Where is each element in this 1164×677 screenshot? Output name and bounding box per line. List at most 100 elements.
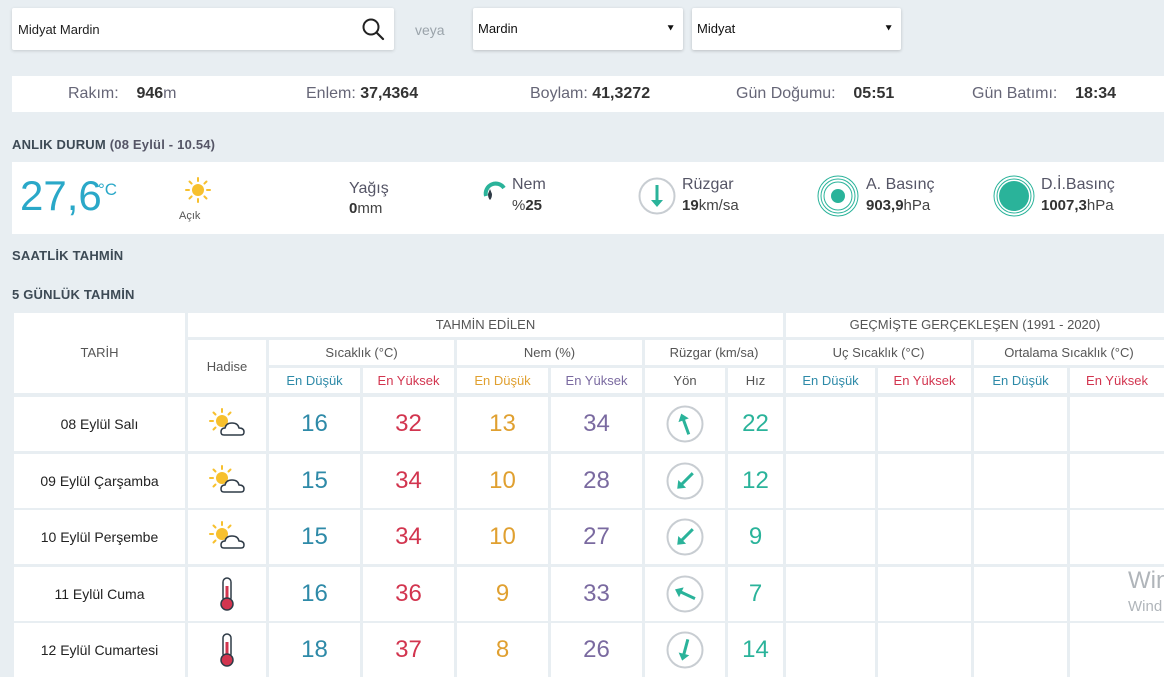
nem-prefix: %: [512, 197, 526, 214]
uc-min-cell: [786, 623, 875, 677]
sicaklik-max-cell: 36: [363, 567, 454, 621]
ruzgar-unit: km/sa: [698, 197, 739, 214]
rakim-label: Rakım:: [68, 85, 119, 102]
hiz-cell: 7: [728, 567, 783, 621]
uc-min-cell: [786, 454, 875, 508]
rakim-value: 946: [136, 85, 164, 102]
saatlik-tahmin-title[interactable]: SAATLİK TAHMİN: [12, 248, 123, 263]
uc-min-cell: [786, 510, 875, 564]
current-temperature: 27,6: [20, 172, 102, 219]
a-basinc-value: 903,9hPa: [866, 197, 930, 214]
date-cell: 12 Eylül Cumartesi: [14, 623, 185, 677]
nem-en-dusuk-header: En Düşük: [457, 368, 548, 393]
anlik-time: (08 Eylül - 10.54): [109, 137, 216, 152]
ruzgar-label: Rüzgar: [682, 176, 734, 193]
hiz-cell: 14: [728, 623, 783, 677]
gun-dogumu-label: Gün Doğumu:: [736, 85, 836, 102]
di-basinc-number: 1007,3: [1041, 197, 1087, 214]
nem-max-cell: 34: [551, 397, 642, 451]
uc-min-cell: [786, 397, 875, 451]
sicaklik-max-cell: 34: [363, 510, 454, 564]
il-select-value: Mardin: [478, 21, 518, 36]
sicaklik-min-cell: 15: [269, 510, 360, 564]
sicaklik-max-cell: 34: [363, 454, 454, 508]
gecmis-header: GEÇMİŞTE GERÇEKLEŞEN (1991 - 2020): [786, 313, 1164, 337]
di-basinc-unit: hPa: [1086, 197, 1114, 214]
yon-cell: [645, 454, 725, 508]
nem-label: Nem: [512, 176, 546, 193]
hadise-cell: [188, 510, 266, 564]
pressure-icon: [817, 175, 859, 217]
sun-icon: [185, 177, 211, 203]
uc-max-cell: [878, 510, 971, 564]
date-cell: 08 Eylül Salı: [14, 397, 185, 451]
gun-batimi: Gün Batımı: 18:34: [972, 85, 1116, 103]
wind-direction-icon: [665, 404, 705, 444]
nem-min-cell: 10: [457, 510, 548, 564]
yon-cell: [645, 510, 725, 564]
tahmin-header: TAHMİN EDİLEN: [188, 313, 783, 337]
a-basinc-label: A. Basınç: [866, 176, 935, 193]
gun-dogumu: Gün Doğumu: 05:51: [736, 85, 894, 103]
thermometer-icon: [216, 576, 238, 612]
search-icon[interactable]: [360, 16, 386, 42]
a-basinc-unit: hPa: [903, 197, 931, 214]
di-basinc-label: D.İ.Basınç: [1041, 176, 1115, 193]
uc-max-cell: [878, 623, 971, 677]
ortalama-min-cell: [974, 454, 1067, 508]
condition-label: Açık: [179, 210, 201, 222]
uc-max-cell: [878, 454, 971, 508]
sicaklik-min-cell: 16: [269, 567, 360, 621]
search-input[interactable]: [12, 8, 364, 50]
hadise-cell: [188, 567, 266, 621]
sun-cloud-icon: [207, 407, 247, 441]
tarih-header: TARİH: [14, 313, 185, 393]
wind-direction-icon: [665, 630, 705, 670]
yon-cell: [645, 397, 725, 451]
sicaklik-min-cell: 16: [269, 397, 360, 451]
il-select[interactable]: Mardin ⯆: [473, 8, 683, 50]
nem-min-cell: 10: [457, 454, 548, 508]
hadise-header: Hadise: [188, 340, 266, 393]
hadise-cell: [188, 454, 266, 508]
ortalama-max-cell: [1070, 397, 1164, 451]
hiz-header: Hız: [728, 368, 783, 393]
yon-header: Yön: [645, 368, 725, 393]
ortalama-min-cell: [974, 623, 1067, 677]
nem-min-cell: 9: [457, 567, 548, 621]
search-box: [12, 8, 394, 50]
nem-min-cell: 13: [457, 397, 548, 451]
gun-batimi-label: Gün Batımı:: [972, 85, 1058, 102]
gun-dogumu-value: 05:51: [853, 85, 895, 102]
yon-cell: [645, 623, 725, 677]
ortalama-max-cell: [1070, 510, 1164, 564]
ortalama-min-cell: [974, 510, 1067, 564]
chevron-down-icon: ⯆: [666, 23, 675, 35]
boylam-label: Boylam:: [530, 85, 588, 102]
a-basinc-number: 903,9: [866, 197, 904, 214]
thermometer-icon: [216, 632, 238, 668]
sun-cloud-icon: [207, 464, 247, 498]
nem-number: 25: [525, 197, 543, 214]
ilce-select[interactable]: Midyat ⯆: [692, 8, 901, 50]
nem-max-cell: 26: [551, 623, 642, 677]
hiz-cell: 22: [728, 397, 783, 451]
wind-direction-icon: [665, 574, 705, 614]
ortalama-en-yuksek-header: En Yüksek: [1070, 368, 1164, 393]
nem-max-cell: 28: [551, 454, 642, 508]
ortalama-sicaklik-header: Ortalama Sıcaklık (°C): [974, 340, 1164, 365]
ilce-select-value: Midyat: [697, 21, 736, 36]
uc-min-cell: [786, 567, 875, 621]
date-cell: 09 Eylül Çarşamba: [14, 454, 185, 508]
ortalama-max-cell: [1070, 623, 1164, 677]
nem-value: %25: [512, 197, 542, 214]
watermark-line1: Win: [1128, 567, 1164, 594]
temperature-unit: °C: [98, 180, 118, 199]
hadise-cell: [188, 397, 266, 451]
nem-header: Nem (%): [457, 340, 642, 365]
gunluk-tahmin-title: 5 GÜNLÜK TAHMİN: [12, 287, 135, 302]
sea-level-pressure-icon: [993, 175, 1035, 217]
ruzgar-value: 19km/sa: [682, 197, 739, 214]
yon-cell: [645, 567, 725, 621]
hiz-cell: 9: [728, 510, 783, 564]
